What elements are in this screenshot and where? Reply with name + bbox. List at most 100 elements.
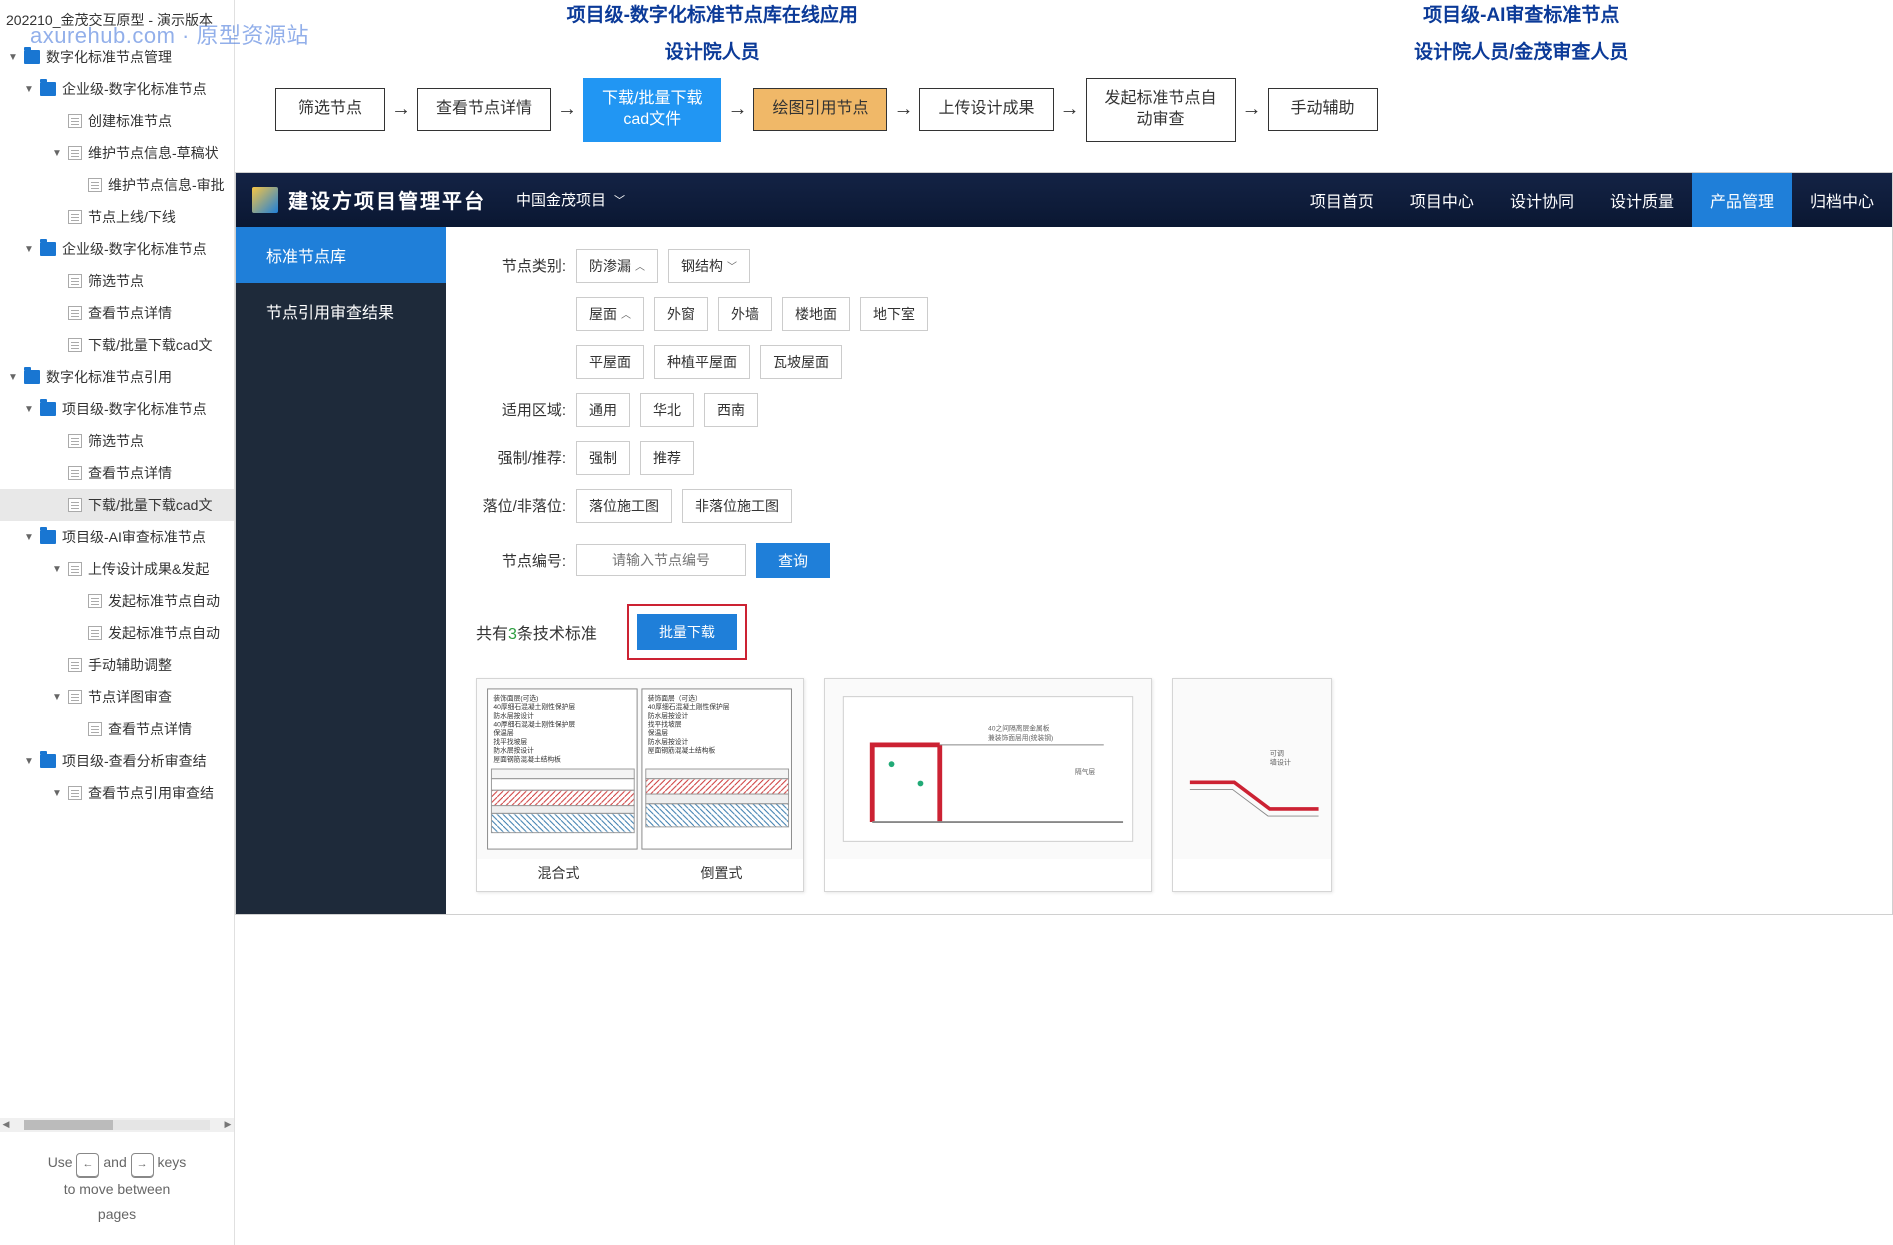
tree-item-label: 手动辅助调整 [88, 655, 172, 675]
svg-text:找平找坡层: 找平找坡层 [493, 737, 527, 746]
result-card[interactable]: 装饰面层(可选)40厚细石混凝土刚性保护层 防水层按设计40厚细石混凝土刚性保护… [476, 678, 804, 892]
main-content: 项目级-数字化标准节点库在线应用 设计院人员 项目级-AI审查标准节点 设计院人… [235, 0, 1893, 1245]
filter-tag[interactable]: 防渗漏︿ [576, 249, 658, 283]
platform-title: 建设方项目管理平台 [288, 185, 486, 214]
tree-item-label: 维护节点信息-草稿状 [88, 143, 219, 163]
filter-tag[interactable]: 推荐 [640, 441, 694, 475]
app-title: 202210_金茂交互原型 - 演示版本 [0, 0, 234, 41]
flow-diagram: 项目级-数字化标准节点库在线应用 设计院人员 项目级-AI审查标准节点 设计院人… [235, 0, 1893, 172]
flow-title-left: 项目级-数字化标准节点库在线应用 [255, 0, 1170, 27]
node-code-input[interactable] [576, 544, 746, 576]
key-right-icon: → [131, 1153, 154, 1177]
tree-item[interactable]: 维护节点信息-审批 [0, 169, 234, 201]
key-left-icon: ← [76, 1153, 99, 1177]
tree-item[interactable]: ▼ 项目级-数字化标准节点 [0, 393, 234, 425]
filter-tag[interactable]: 瓦坡屋面 [760, 345, 842, 379]
tree-item[interactable]: 节点上线/下线 [0, 201, 234, 233]
result-card[interactable]: 可调 墙设计 [1172, 678, 1332, 892]
scroll-right-icon[interactable]: ▶ [222, 1119, 234, 1130]
svg-text:防水层按设计: 防水层按设计 [493, 710, 534, 719]
page-icon [68, 434, 82, 448]
filter-tag[interactable]: 地下室 [860, 297, 928, 331]
tree-item[interactable]: 手动辅助调整 [0, 649, 234, 681]
search-button[interactable]: 查询 [756, 543, 830, 578]
tree-item[interactable]: 查看节点详情 [0, 297, 234, 329]
nav-item[interactable]: 产品管理 [1692, 173, 1792, 227]
caret-icon: ▼ [8, 372, 22, 383]
tree-item[interactable]: 创建标准节点 [0, 105, 234, 137]
tree-item-label: 查看节点详情 [88, 303, 172, 323]
nav-item[interactable]: 项目首页 [1292, 173, 1392, 227]
folder-icon [40, 530, 56, 544]
tree-item[interactable]: 发起标准节点自动 [0, 617, 234, 649]
tree-item[interactable]: ▼企业级-数字化标准节点 [0, 233, 234, 265]
flow-step: 手动辅助 [1268, 88, 1378, 131]
svg-text:40之间隔离层金属板: 40之间隔离层金属板 [988, 723, 1050, 732]
page-icon [88, 722, 102, 736]
nav-item[interactable]: 项目中心 [1392, 173, 1492, 227]
platform-header: 建设方项目管理平台 中国金茂项目 ﹀ 项目首页项目中心设计协同设计质量产品管理归… [236, 173, 1892, 227]
filter-tag[interactable]: 落位施工图 [576, 489, 672, 523]
tree-item[interactable]: ▼节点详图审查 [0, 681, 234, 713]
tree-item[interactable]: ▼企业级-数字化标准节点 [0, 73, 234, 105]
result-card[interactable]: 40之间隔离层金属板 兼装饰面层用(统装钢) 隔气层 [824, 678, 1152, 892]
scroll-left-icon[interactable]: ◀ [0, 1119, 12, 1130]
tree-item-label: 维护节点信息-审批 [108, 175, 225, 195]
platform-sidebar: 标准节点库节点引用审查结果 [236, 227, 446, 914]
filter-tag[interactable]: 种植平屋面 [654, 345, 750, 379]
tree-item[interactable]: ▼上传设计成果&发起 [0, 553, 234, 585]
flow-step: 下载/批量下载cad文件 [583, 78, 721, 142]
caret-icon: ▼ [8, 52, 22, 63]
page-icon [68, 114, 82, 128]
tree-item[interactable]: 发起标准节点自动 [0, 585, 234, 617]
filter-tag[interactable]: 楼地面 [782, 297, 850, 331]
page-icon [68, 786, 82, 800]
tree-item[interactable]: ▼数字化标准节点管理 [0, 41, 234, 73]
svg-text:可调: 可调 [1270, 748, 1284, 757]
nav-item[interactable]: 归档中心 [1792, 173, 1892, 227]
filter-tag[interactable]: 平屋面 [576, 345, 644, 379]
tree-item[interactable]: ▼查看节点引用审查结 [0, 777, 234, 809]
project-selector[interactable]: 中国金茂项目 ﹀ [516, 189, 625, 210]
tree-item[interactable]: ▼ 维护节点信息-草稿状 [0, 137, 234, 169]
filter-tag[interactable]: 外墙 [718, 297, 772, 331]
caret-icon: ▼ [52, 148, 66, 159]
filter-tag[interactable]: 钢结构﹀ [668, 249, 750, 283]
filter-tag[interactable]: 华北 [640, 393, 694, 427]
tree-item[interactable]: ▼数字化标准节点引用 [0, 361, 234, 393]
result-count: 共有3条技术标准 [476, 620, 597, 644]
nav-item[interactable]: 设计协同 [1492, 173, 1592, 227]
tree-item-label: 项目级-数字化标准节点 [62, 399, 207, 419]
tree-item[interactable]: 查看节点详情 [0, 713, 234, 745]
scroll-thumb[interactable] [24, 1120, 113, 1130]
tree-item-label: 节点上线/下线 [88, 207, 176, 227]
svg-text:隔气层: 隔气层 [1075, 766, 1096, 775]
nav-item[interactable]: 设计质量 [1592, 173, 1692, 227]
folder-icon [24, 50, 40, 64]
filter-tag[interactable]: 屋面︿ [576, 297, 644, 331]
tree-item[interactable]: 下载/批量下载cad文 [0, 489, 234, 521]
filter-tag[interactable]: 西南 [704, 393, 758, 427]
caret-icon: ▼ [24, 404, 38, 415]
platform-side-item[interactable]: 标准节点库 [236, 227, 446, 283]
tree-item[interactable]: 筛选节点 [0, 265, 234, 297]
flow-step: 上传设计成果 [919, 88, 1053, 131]
bulk-download-button[interactable]: 批量下载 [627, 604, 747, 660]
tree-item[interactable]: 筛选节点 [0, 425, 234, 457]
platform-side-item[interactable]: 节点引用审查结果 [236, 283, 446, 339]
filter-tag[interactable]: 强制 [576, 441, 630, 475]
filter-tag[interactable]: 非落位施工图 [682, 489, 792, 523]
tree-item[interactable]: ▼项目级-AI审查标准节点 [0, 521, 234, 553]
flow-subtitle-right: 设计院人员/金茂审查人员 [1170, 37, 1873, 64]
tree-item[interactable]: 下载/批量下载cad文 [0, 329, 234, 361]
filter-tag[interactable]: 通用 [576, 393, 630, 427]
flow-step: 筛选节点 [275, 88, 385, 131]
filter-label-category: 节点类别: [476, 255, 566, 276]
page-icon [68, 466, 82, 480]
sidebar-scrollbar[interactable]: ◀ ▶ [0, 1118, 234, 1132]
filter-tag[interactable]: 外窗 [654, 297, 708, 331]
tree-item-label: 企业级-数字化标准节点 [62, 79, 207, 99]
page-icon [68, 338, 82, 352]
tree-item[interactable]: ▼项目级-查看分析审查结 [0, 745, 234, 777]
tree-item[interactable]: 查看节点详情 [0, 457, 234, 489]
